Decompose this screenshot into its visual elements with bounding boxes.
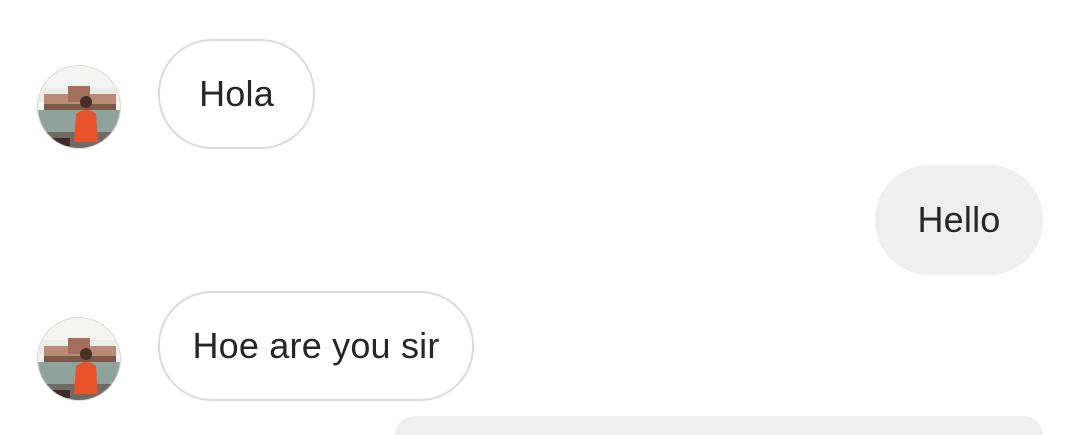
avatar-photo-icon [38,66,120,148]
message-text: Hola [199,73,274,114]
message-bubble-outgoing[interactable]: Hello [875,165,1043,275]
message-bubble-incoming[interactable]: Hola [158,39,315,149]
sender-avatar[interactable] [37,317,121,401]
message-text: Hoe are you sir [192,325,440,366]
chat-thread: Hola Hello Hoe are you sir [0,0,1080,435]
message-bubble-outgoing[interactable] [395,416,1043,435]
message-bubble-incoming[interactable]: Hoe are you sir [158,291,474,401]
sender-avatar[interactable] [37,65,121,149]
message-text: Hello [917,199,1001,240]
avatar-photo-icon [38,318,120,400]
